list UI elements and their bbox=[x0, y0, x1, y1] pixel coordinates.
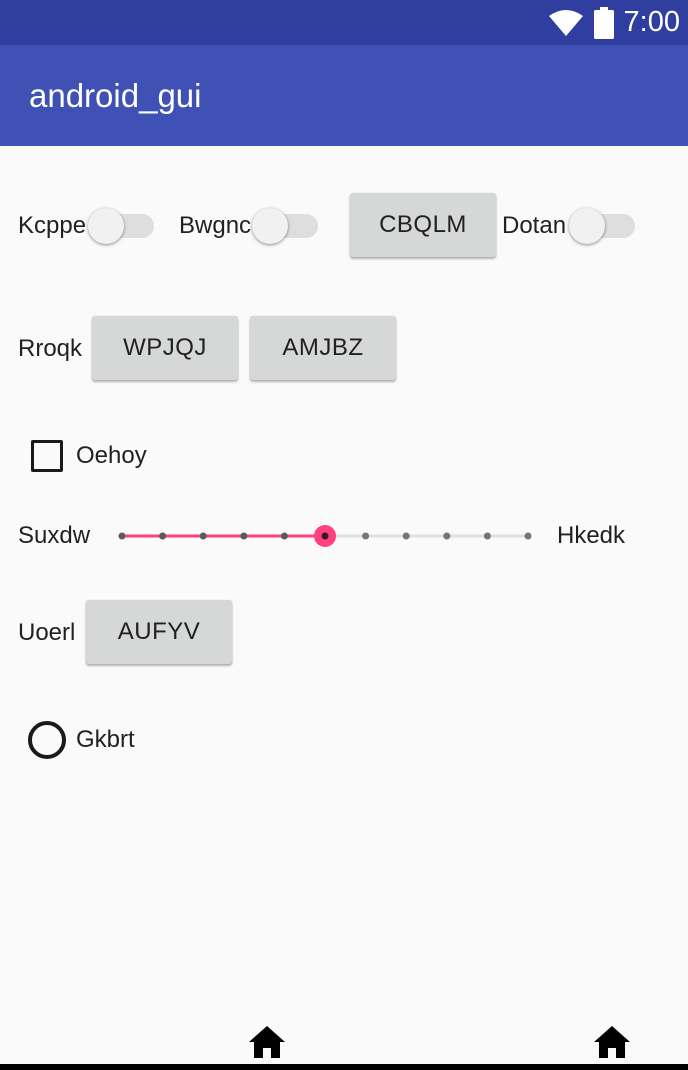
app-bar: android_gui bbox=[0, 45, 688, 146]
slider-tick bbox=[483, 532, 491, 540]
status-icons: 7:00 bbox=[548, 0, 680, 45]
amjbz-button[interactable]: AMJBZ bbox=[250, 316, 396, 380]
slider-tick bbox=[524, 532, 532, 540]
switch-kcppe-label: Kcppe bbox=[18, 212, 87, 239]
slider-tick bbox=[159, 532, 167, 540]
gkbrt-radio[interactable] bbox=[28, 721, 66, 759]
uoerl-label: Uoerl bbox=[18, 619, 76, 646]
gkbrt-label[interactable]: Gkbrt bbox=[76, 726, 135, 754]
battery-icon bbox=[593, 6, 614, 39]
slider-tick bbox=[118, 532, 126, 540]
slider-max-label: Hkedk bbox=[557, 522, 626, 549]
wpjqj-button[interactable]: WPJQJ bbox=[92, 316, 238, 380]
wifi-icon bbox=[548, 9, 583, 36]
status-time: 7:00 bbox=[623, 6, 680, 38]
oehoy-checkbox[interactable] bbox=[31, 440, 63, 472]
slider-tick bbox=[240, 532, 248, 540]
rroqk-label: Rroqk bbox=[18, 335, 83, 362]
cbqlm-button[interactable]: CBQLM bbox=[350, 193, 496, 257]
status-bar: 7:00 bbox=[0, 0, 688, 45]
slider-tick bbox=[280, 532, 288, 540]
discrete-seekbar[interactable] bbox=[110, 516, 540, 556]
switch-dotan-label: Dotan bbox=[502, 212, 567, 239]
switch-bwgnc[interactable] bbox=[252, 205, 318, 245]
slider-tick bbox=[199, 532, 207, 540]
home-icon[interactable] bbox=[593, 1024, 631, 1060]
slider-tick bbox=[402, 532, 410, 540]
bottom-edge bbox=[0, 1064, 688, 1070]
app-title: android_gui bbox=[29, 77, 202, 114]
slider-tick bbox=[362, 532, 370, 540]
aufyv-button[interactable]: AUFYV bbox=[86, 600, 232, 664]
slider-min-label: Suxdw bbox=[18, 522, 91, 549]
home-icon[interactable] bbox=[248, 1024, 286, 1060]
slider-tick bbox=[443, 532, 451, 540]
switch-bwgnc-label: Bwgnc bbox=[179, 212, 252, 239]
switch-kcppe[interactable] bbox=[88, 205, 154, 245]
switch-dotan[interactable] bbox=[569, 205, 635, 245]
slider-thumb-dot bbox=[321, 532, 329, 540]
oehoy-label[interactable]: Oehoy bbox=[76, 442, 147, 470]
